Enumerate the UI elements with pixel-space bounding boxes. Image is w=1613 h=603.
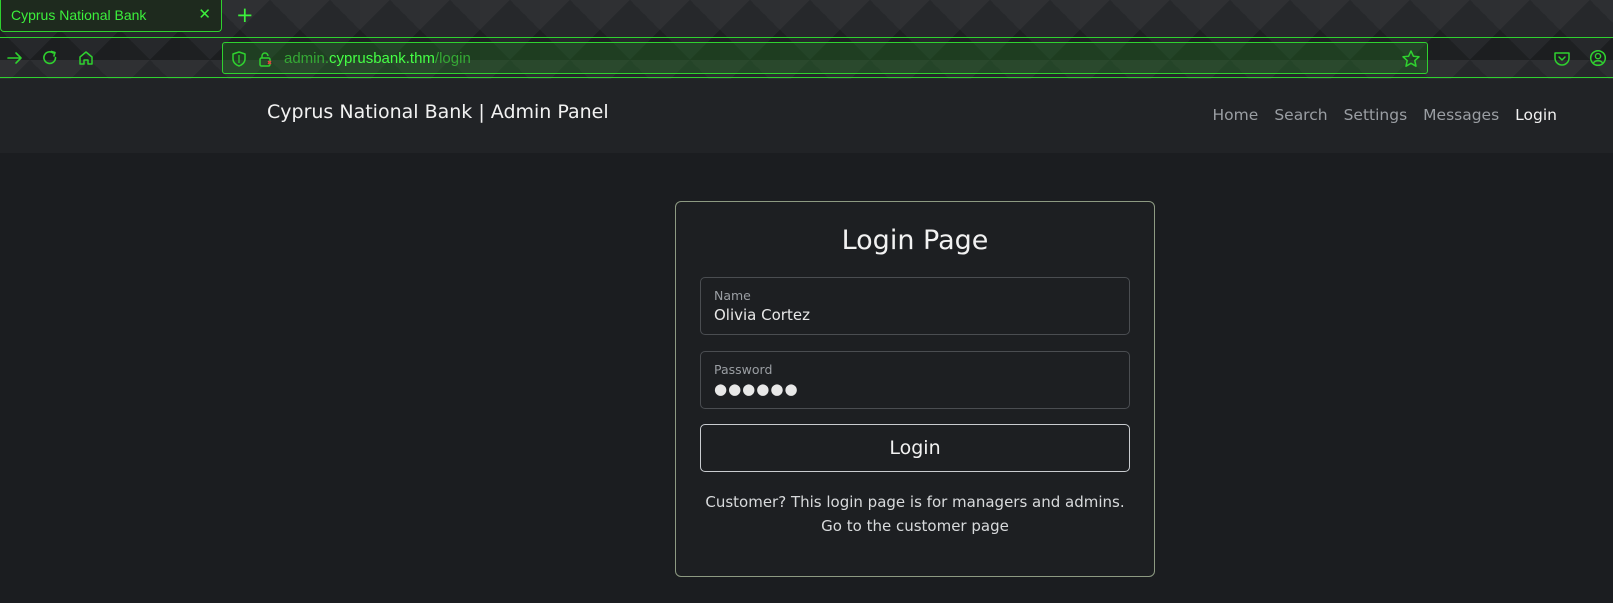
password-input[interactable]: ●●●●●●: [714, 380, 799, 398]
password-label: Password: [714, 362, 773, 377]
address-bar[interactable]: admin.cyprusbank.thm/login: [222, 42, 1428, 74]
close-tab-icon[interactable]: ✕: [198, 5, 211, 23]
nav-links: Home Search Settings Messages Login: [1197, 106, 1557, 124]
url-text[interactable]: admin.cyprusbank.thm/login: [284, 50, 471, 67]
bookmark-star-icon[interactable]: [1401, 49, 1421, 69]
site-brand[interactable]: Cyprus National Bank | Admin Panel: [267, 101, 609, 123]
url-domain: cyprusbank.thm: [329, 50, 435, 67]
reload-icon[interactable]: [41, 49, 59, 67]
nav-search[interactable]: Search: [1274, 106, 1327, 124]
nav-home[interactable]: Home: [1213, 106, 1259, 124]
customer-note: Customer? This login page is for manager…: [676, 490, 1154, 538]
new-tab-icon[interactable]: +: [236, 3, 254, 27]
tab-title: Cyprus National Bank: [11, 7, 147, 23]
login-button[interactable]: Login: [700, 424, 1130, 472]
password-field[interactable]: Password ●●●●●●: [700, 351, 1130, 409]
name-field[interactable]: Name Olivia Cortez: [700, 277, 1130, 335]
customer-note-text: Customer? This login page is for manager…: [705, 493, 1125, 511]
login-card: Login Page Name Olivia Cortez Password ●…: [675, 201, 1155, 577]
lock-icon[interactable]: [256, 50, 274, 68]
name-label: Name: [714, 288, 751, 303]
home-icon[interactable]: [77, 49, 95, 67]
page-title: Login Page: [841, 225, 989, 256]
shield-icon[interactable]: [230, 50, 248, 68]
browser-tab[interactable]: Cyprus National Bank ✕: [0, 0, 222, 32]
nav-settings[interactable]: Settings: [1344, 106, 1408, 124]
account-icon[interactable]: [1589, 49, 1607, 67]
nav-login[interactable]: Login: [1515, 106, 1557, 124]
url-prefix: admin.: [284, 50, 330, 67]
browser-chrome: Cyprus National Bank ✕ + admin.cyprusban…: [0, 0, 1613, 79]
name-input[interactable]: Olivia Cortez: [714, 306, 810, 324]
pocket-icon[interactable]: [1553, 49, 1571, 67]
url-path: /login: [434, 50, 471, 67]
site-navbar: Cyprus National Bank | Admin Panel Home …: [0, 79, 1613, 153]
nav-messages[interactable]: Messages: [1423, 106, 1499, 124]
back-arrow-icon[interactable]: [6, 49, 24, 67]
customer-page-link[interactable]: Go to the customer page: [821, 517, 1009, 535]
